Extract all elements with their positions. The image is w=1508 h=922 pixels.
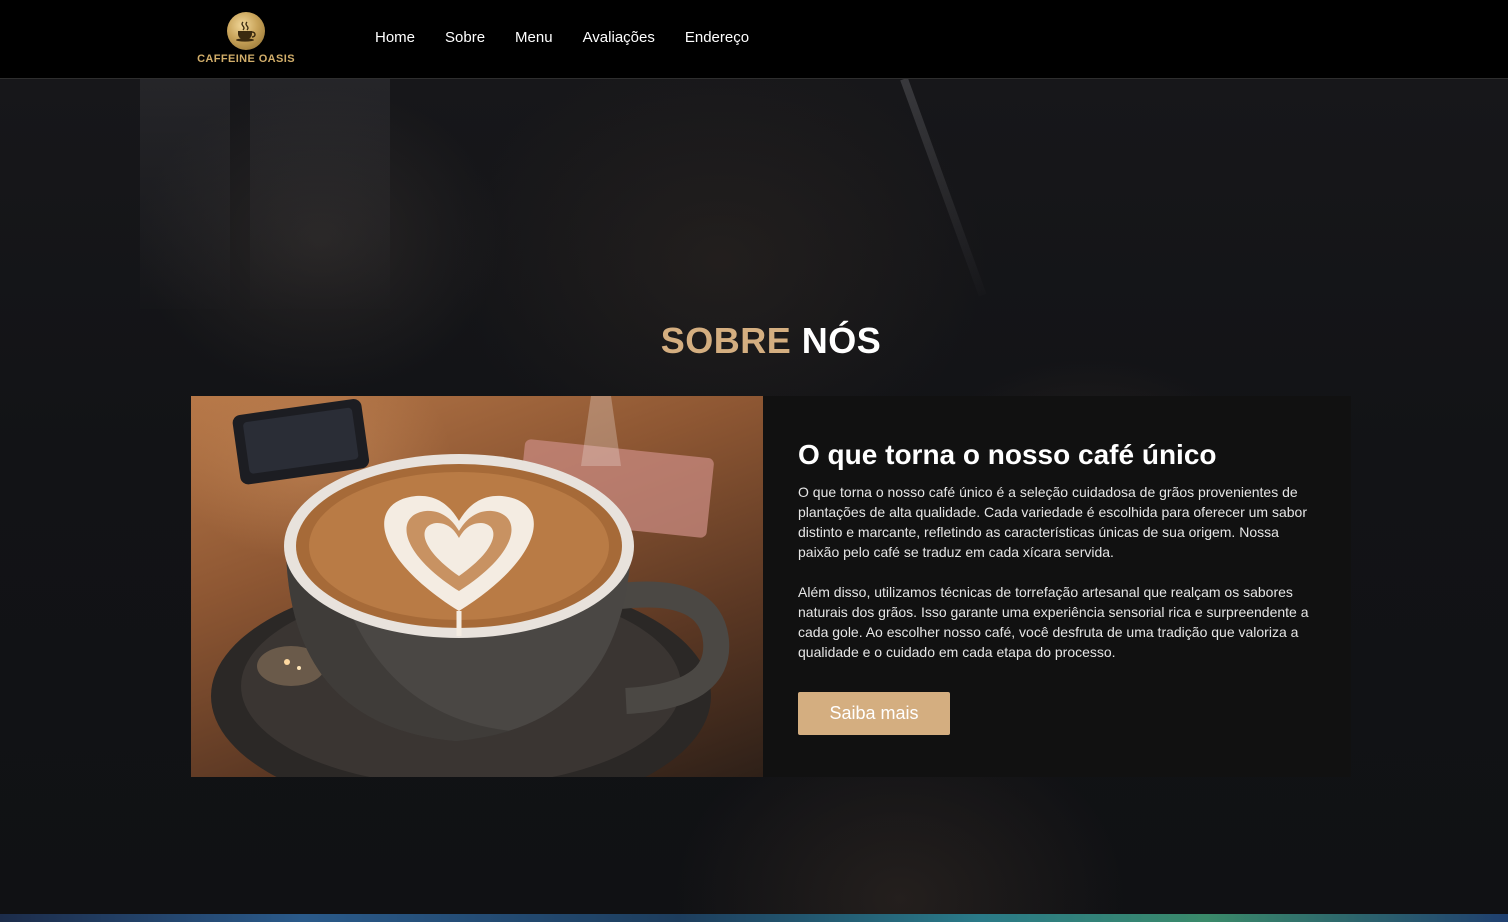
nav-endereco[interactable]: Endereço	[685, 28, 749, 48]
main-nav: Home Sobre Menu Avaliações Endereço	[375, 28, 779, 48]
background-decor	[140, 79, 230, 309]
saiba-mais-button[interactable]: Saiba mais	[798, 692, 950, 735]
section-title-accent: SOBRE	[660, 320, 792, 361]
latte-illustration	[211, 396, 730, 777]
section-title: SOBRE NÓS	[0, 320, 1508, 362]
about-card: O que torna o nosso café único O que tor…	[191, 396, 1351, 777]
latte-art-coffee-image	[191, 396, 763, 777]
background-decor	[900, 79, 987, 297]
nav-sobre[interactable]: Sobre	[445, 28, 485, 48]
site-header: CAFFEINE OASIS Home Sobre Menu Avaliaçõe…	[0, 0, 1508, 79]
next-section-preview	[0, 914, 1508, 922]
section-title-rest: NÓS	[801, 320, 882, 361]
logo[interactable]: CAFFEINE OASIS	[197, 12, 295, 68]
card-paragraph-1: O que torna o nosso café único é a seleç…	[798, 484, 1308, 560]
background-decor	[250, 79, 390, 309]
nav-home[interactable]: Home	[375, 28, 415, 48]
card-paragraph-2: Além disso, utilizamos técnicas de torre…	[798, 584, 1309, 660]
coffee-cup-icon	[227, 12, 265, 50]
card-heading: O que torna o nosso café único	[798, 439, 1217, 470]
logo-text: CAFFEINE OASIS	[197, 53, 295, 65]
about-text-panel: O que torna o nosso café único O que tor…	[763, 396, 1351, 777]
nav-menu[interactable]: Menu	[515, 28, 553, 48]
nav-avaliacoes[interactable]: Avaliações	[583, 28, 655, 48]
